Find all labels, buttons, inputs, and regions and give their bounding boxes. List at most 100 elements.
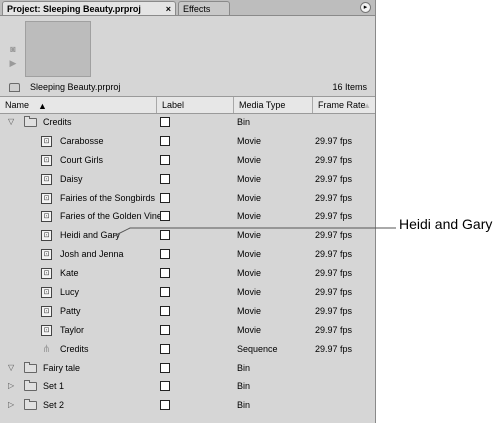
folder-icon bbox=[24, 399, 37, 411]
movie-clip-icon: ⊡ bbox=[41, 268, 52, 280]
item-media-type: Bin bbox=[237, 381, 251, 392]
list-item[interactable]: ⊡ Lucy Movie 29.97 fps bbox=[0, 283, 375, 302]
preview-tools: ◙ ▶ bbox=[6, 42, 20, 70]
list-item[interactable]: ⊡ Heidi and Gary Movie 29.97 fps bbox=[0, 226, 375, 245]
label-checkbox[interactable] bbox=[160, 249, 170, 260]
item-media-type: Movie bbox=[237, 287, 262, 298]
item-frame-rate: 29.97 fps bbox=[315, 305, 353, 316]
item-name: Kate bbox=[60, 268, 79, 279]
project-info-bar: Sleeping Beauty.prproj 16 Items bbox=[0, 80, 375, 95]
item-frame-rate: 29.97 fps bbox=[315, 192, 353, 203]
item-name: Taylor bbox=[60, 324, 85, 335]
label-checkbox[interactable] bbox=[160, 135, 170, 146]
item-frame-rate: 29.97 fps bbox=[315, 211, 353, 222]
item-frame-rate: 29.97 fps bbox=[315, 268, 353, 279]
movie-clip-icon: ⊡ bbox=[41, 230, 52, 242]
label-checkbox[interactable] bbox=[160, 287, 170, 298]
list-item[interactable]: ⊡ Patty Movie 29.97 fps bbox=[0, 302, 375, 321]
item-media-type: Sequence bbox=[237, 343, 278, 354]
preview-thumbnail bbox=[25, 21, 91, 77]
column-header-label[interactable]: Label bbox=[156, 97, 233, 113]
list-item[interactable]: ▽ Fairy tale Bin bbox=[0, 359, 375, 378]
label-checkbox[interactable] bbox=[160, 117, 170, 127]
item-name: Patty bbox=[60, 305, 81, 316]
item-name: Fairies of the Songbirds bbox=[60, 192, 156, 203]
bin-icon bbox=[9, 83, 20, 92]
tab-project-label: Project: Sleeping Beauty.prproj bbox=[7, 4, 141, 14]
panel-menu-icon[interactable]: ▸ bbox=[360, 2, 371, 13]
column-header-row: Name ▲ Label Media Type Frame Rate ▲ bbox=[0, 96, 375, 114]
expand-triangle-open-icon[interactable]: ▽ bbox=[8, 359, 14, 378]
expand-triangle-closed-icon[interactable]: ▷ bbox=[8, 377, 14, 396]
list-item[interactable]: ▽ Credits Bin bbox=[0, 113, 375, 132]
item-frame-rate: 29.97 fps bbox=[315, 343, 353, 354]
item-media-type: Bin bbox=[237, 362, 251, 373]
list-item[interactable]: ⊡ Taylor Movie 29.97 fps bbox=[0, 321, 375, 340]
item-media-type: Movie bbox=[237, 154, 262, 165]
movie-clip-icon: ⊡ bbox=[41, 154, 52, 166]
list-item[interactable]: ⋔ Credits Sequence 29.97 fps bbox=[0, 340, 375, 359]
preview-area: ◙ ▶ bbox=[0, 16, 375, 78]
movie-clip-icon: ⊡ bbox=[41, 287, 52, 299]
expand-triangle-open-icon[interactable]: ▽ bbox=[8, 113, 14, 132]
movie-clip-icon: ⊡ bbox=[41, 211, 52, 223]
list-item[interactable]: ⊡ Fairies of the Songbirds Movie 29.97 fps bbox=[0, 189, 375, 208]
item-name: Heidi and Gary bbox=[60, 230, 121, 241]
project-item-list: ▽ Credits Bin ⊡ Carabosse Movie 29.97 fps ⊡ Cour… bbox=[0, 113, 375, 415]
label-checkbox[interactable] bbox=[160, 324, 170, 335]
label-checkbox[interactable] bbox=[160, 211, 170, 222]
item-name: Court Girls bbox=[60, 154, 104, 165]
label-checkbox[interactable] bbox=[160, 230, 170, 241]
list-item[interactable]: ⊡ Josh and Jenna Movie 29.97 fps bbox=[0, 245, 375, 264]
label-checkbox[interactable] bbox=[160, 192, 170, 203]
list-item[interactable]: ⊡ Court Girls Movie 29.97 fps bbox=[0, 151, 375, 170]
folder-icon bbox=[24, 116, 37, 127]
folder-icon bbox=[24, 361, 37, 373]
list-item[interactable]: ⊡ Kate Movie 29.97 fps bbox=[0, 264, 375, 283]
sort-ascending-icon[interactable]: ▲ bbox=[38, 98, 47, 113]
expand-triangle-closed-icon[interactable]: ▷ bbox=[8, 396, 14, 415]
column-header-name[interactable]: Name ▲ bbox=[0, 97, 156, 113]
item-media-type: Movie bbox=[237, 305, 262, 316]
list-item[interactable]: ⊡ Faries of the Golden Vine Movie 29.97 fps bbox=[0, 207, 375, 226]
column-header-media-type[interactable]: Media Type bbox=[233, 97, 312, 113]
label-checkbox[interactable] bbox=[160, 381, 170, 392]
movie-clip-icon: ⊡ bbox=[41, 173, 52, 185]
label-checkbox[interactable] bbox=[160, 343, 170, 354]
label-checkbox[interactable] bbox=[160, 305, 170, 316]
item-name: Josh and Jenna bbox=[60, 249, 124, 260]
sequence-icon: ⋔ bbox=[42, 343, 51, 355]
item-frame-rate: 29.97 fps bbox=[315, 324, 353, 335]
scroll-up-icon[interactable]: ▲ bbox=[363, 98, 371, 113]
label-checkbox[interactable] bbox=[160, 268, 170, 279]
item-media-type: Movie bbox=[237, 324, 262, 335]
list-item[interactable]: ⊡ Carabosse Movie 29.97 fps bbox=[0, 132, 375, 151]
list-item[interactable]: ⊡ Daisy Movie 29.97 fps bbox=[0, 170, 375, 189]
tab-bar: Project: Sleeping Beauty.prproj × Effect… bbox=[0, 0, 375, 16]
column-media-type-label: Media Type bbox=[239, 100, 286, 110]
movie-clip-icon: ⊡ bbox=[41, 192, 52, 204]
label-checkbox[interactable] bbox=[160, 400, 170, 411]
item-name: Faries of the Golden Vine bbox=[60, 211, 162, 222]
label-checkbox[interactable] bbox=[160, 173, 170, 184]
item-name: Credits bbox=[43, 117, 72, 127]
label-checkbox[interactable] bbox=[160, 362, 170, 373]
item-media-type: Movie bbox=[237, 249, 262, 260]
movie-clip-icon: ⊡ bbox=[41, 249, 52, 261]
movie-clip-icon: ⊡ bbox=[41, 324, 52, 336]
column-header-frame-rate[interactable]: Frame Rate ▲ bbox=[312, 97, 375, 113]
tab-project[interactable]: Project: Sleeping Beauty.prproj × bbox=[2, 1, 176, 15]
column-label-label: Label bbox=[162, 100, 185, 110]
close-icon[interactable]: × bbox=[166, 2, 171, 16]
item-frame-rate: 29.97 fps bbox=[315, 249, 353, 260]
camera-icon[interactable]: ◙ bbox=[6, 42, 20, 56]
play-icon[interactable]: ▶ bbox=[6, 56, 20, 70]
list-item[interactable]: ▷ Set 1 Bin bbox=[0, 377, 375, 396]
tab-effects[interactable]: Effects bbox=[178, 1, 230, 15]
item-name: Fairy tale bbox=[43, 362, 81, 373]
list-item[interactable]: ▷ Set 2 Bin bbox=[0, 396, 375, 415]
item-count: 16 Items bbox=[332, 82, 367, 92]
item-media-type: Bin bbox=[237, 400, 251, 411]
item-name: Credits bbox=[60, 343, 89, 354]
label-checkbox[interactable] bbox=[160, 154, 170, 165]
